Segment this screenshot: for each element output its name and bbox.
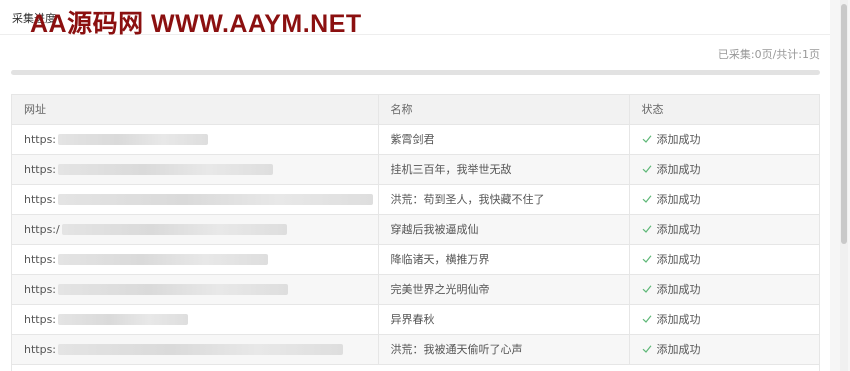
url-text: https: <box>24 162 57 176</box>
progress-bar <box>11 70 820 75</box>
status-cell: 添加成功 <box>628 304 819 335</box>
url-cell: https: <box>12 304 378 335</box>
check-icon <box>642 195 651 203</box>
status-text: 添加成功 <box>656 313 701 326</box>
url-text: https: <box>24 342 57 356</box>
status-cell: 添加成功 <box>628 244 819 275</box>
url-cell: https: <box>12 124 378 155</box>
url-text: https: <box>24 312 57 326</box>
status-text: 添加成功 <box>656 283 701 296</box>
status-cell: 添加成功 <box>628 334 819 365</box>
name-cell: 完美世界之光明仙帝 <box>377 274 629 305</box>
name-cell: 穿越后我被逼成仙 <box>377 214 629 245</box>
name-cell: 紫霄剑君 <box>377 124 629 155</box>
table-row[interactable]: https: 异界春秋 添加成功 <box>12 304 819 335</box>
column-header-url: 网址 <box>12 95 378 125</box>
redacted-url <box>58 164 274 175</box>
redacted-url <box>58 254 269 265</box>
table-row[interactable]: https: 洪荒：我被通天偷听了心声 添加成功 <box>12 334 819 365</box>
watermark-text: AA源码网 WWW.AAYM.NET <box>30 10 362 38</box>
check-icon <box>642 135 651 143</box>
name-cell: 降临诸天，横推万界 <box>377 244 629 275</box>
redacted-url <box>58 344 344 355</box>
name-cell: 洪荒：我被通天偷听了心声 <box>377 334 629 365</box>
table-row[interactable]: https:/ 穿越后我被逼成仙 添加成功 <box>12 214 819 245</box>
check-icon <box>642 315 651 323</box>
url-text: https: <box>24 132 57 146</box>
table-row[interactable]: https: 洪荒：苟到圣人，我快藏不住了 添加成功 <box>12 184 819 215</box>
status-text: 添加成功 <box>656 343 701 356</box>
status-text: 添加成功 <box>656 253 701 266</box>
url-cell: https: <box>12 184 378 215</box>
url-cell: https: <box>12 274 378 305</box>
column-header-status: 状态 <box>628 95 819 125</box>
redacted-url <box>58 134 209 145</box>
url-cell: https: <box>12 334 378 365</box>
name-cell: 异界春秋 <box>377 304 629 335</box>
status-text: 添加成功 <box>656 193 701 206</box>
name-cell: 洪荒：苟到圣人，我快藏不住了 <box>377 184 629 215</box>
column-header-name: 名称 <box>377 95 629 125</box>
check-icon <box>642 345 651 353</box>
results-table: 网址 名称 状态 https: 紫霄剑君 添加成功 https: 挂机三百年，我举世无敌… <box>11 94 820 371</box>
name-cell: 挂机三百年，我举世无敌 <box>377 154 629 185</box>
url-text: https: <box>24 192 57 206</box>
check-icon <box>642 285 651 293</box>
table-row[interactable]: https: 紫霄剑君 添加成功 <box>12 124 819 155</box>
check-icon <box>642 165 651 173</box>
collect-progress-page: 采集进度 AA源码网 WWW.AAYM.NET 已采集:0页/共计:1页 网址 … <box>0 0 850 371</box>
url-text: https:/ <box>24 222 60 236</box>
status-text: 添加成功 <box>656 223 701 236</box>
progress-text: 已采集:0页/共计:1页 <box>717 48 820 61</box>
status-cell: 添加成功 <box>628 154 819 185</box>
status-cell: 添加成功 <box>628 274 819 305</box>
scrollbar-thumb[interactable] <box>841 4 847 244</box>
redacted-url <box>58 284 289 295</box>
table-header-row: 网址 名称 状态 <box>12 95 819 125</box>
status-text: 添加成功 <box>656 133 701 146</box>
url-text: https: <box>24 282 57 296</box>
url-text: https: <box>24 252 57 266</box>
status-cell: 添加成功 <box>628 214 819 245</box>
table-row[interactable]: https: 挂机三百年，我举世无敌 添加成功 <box>12 154 819 185</box>
url-cell: https: <box>12 244 378 275</box>
url-cell: https: <box>12 154 378 185</box>
redacted-url <box>58 194 374 205</box>
status-text: 添加成功 <box>656 163 701 176</box>
status-cell: 添加成功 <box>628 184 819 215</box>
redacted-url <box>58 314 189 325</box>
check-icon <box>642 225 651 233</box>
check-icon <box>642 255 651 263</box>
table-row[interactable]: https: 降临诸天，横推万界 添加成功 <box>12 244 819 275</box>
table-row[interactable]: https: 完美世界之光明仙帝 添加成功 <box>12 274 819 305</box>
status-cell: 添加成功 <box>628 124 819 155</box>
url-cell: https:/ <box>12 214 378 245</box>
redacted-url <box>61 224 287 235</box>
